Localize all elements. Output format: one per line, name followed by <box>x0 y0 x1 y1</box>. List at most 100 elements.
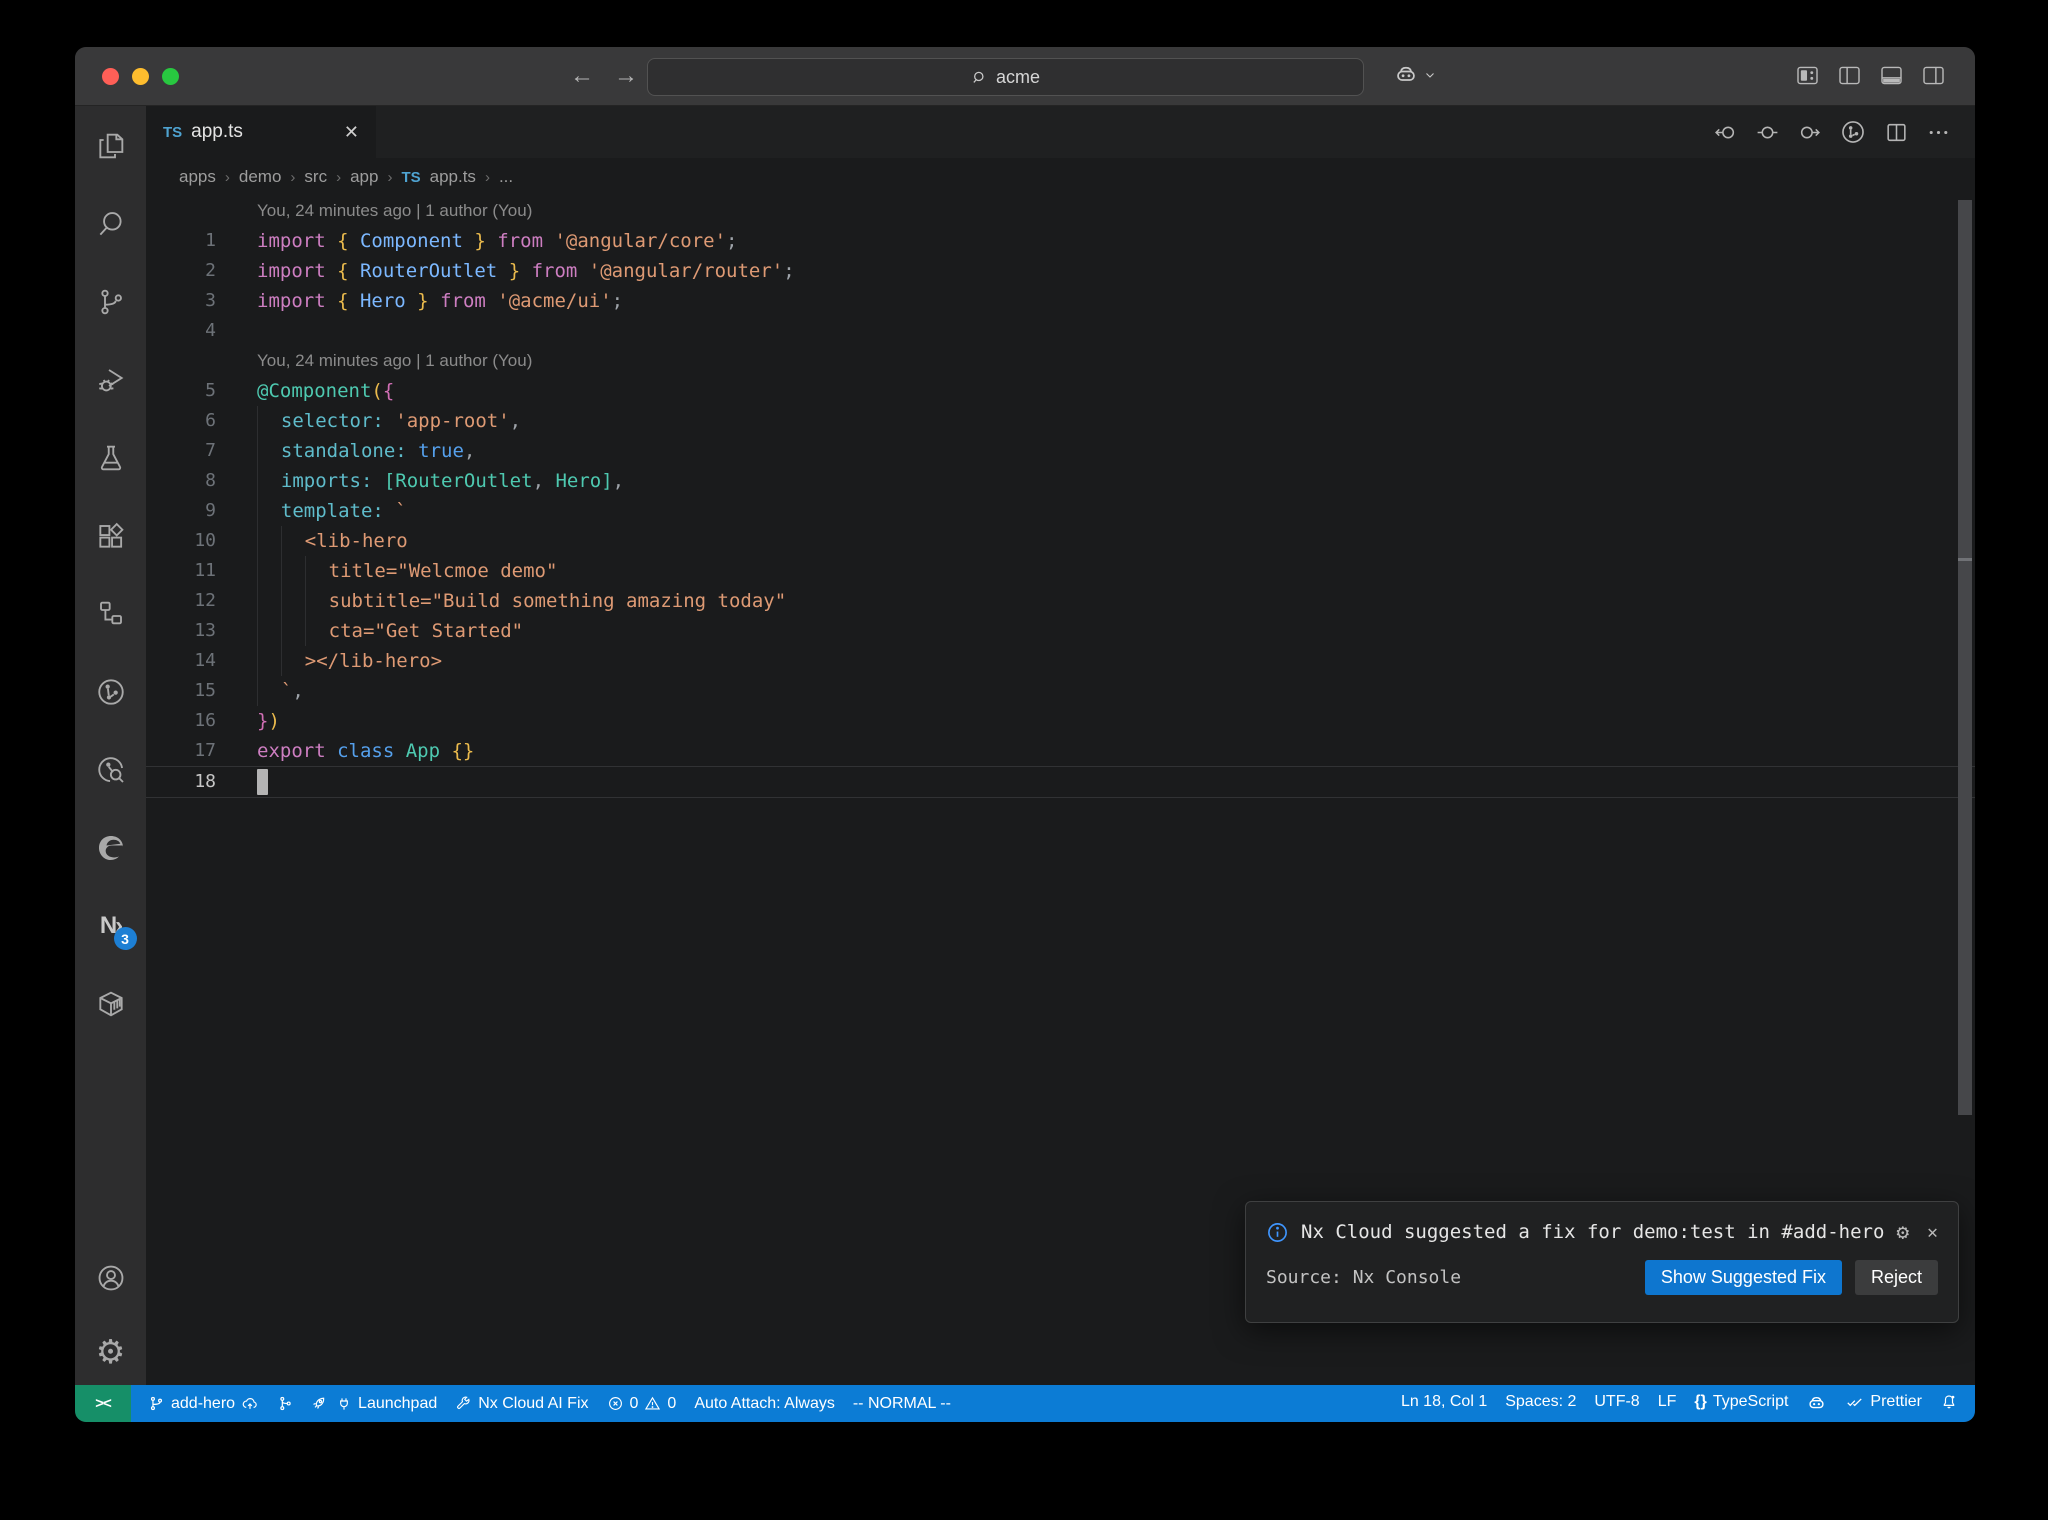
history-back-button[interactable]: ← <box>570 61 594 91</box>
indentation-button[interactable]: Spaces: 2 <box>1496 1393 1585 1411</box>
close-window-button[interactable] <box>102 68 119 85</box>
language-mode-button[interactable]: {} TypeScript <box>1685 1393 1797 1411</box>
prev-change-icon[interactable] <box>1713 120 1738 145</box>
code-line[interactable]: 16}) <box>146 706 1975 736</box>
git-branch-icon <box>150 1396 163 1411</box>
accounts-icon[interactable] <box>94 1261 128 1295</box>
code-line[interactable]: 17 export class App {} <box>146 736 1975 766</box>
editor-scrollbar[interactable] <box>1958 196 1972 1385</box>
code-line[interactable]: 2 import { RouterOutlet } from '@angular/… <box>146 256 1975 286</box>
encoding-button[interactable]: UTF-8 <box>1585 1393 1648 1411</box>
formatter-button[interactable]: Prettier <box>1836 1393 1931 1411</box>
code-token: Hero <box>359 290 406 312</box>
code-line[interactable]: 11 title="Welcmoe demo" <box>146 556 1975 586</box>
code-token: } <box>462 230 486 252</box>
line-number <box>146 346 216 376</box>
code-editor[interactable]: You, 24 minutes ago | 1 author (You) 1 imp… <box>146 196 1975 1385</box>
breadcrumb-item[interactable]: app <box>350 167 378 187</box>
reject-button[interactable]: Reject <box>1854 1260 1938 1295</box>
launchpad-button[interactable]: Launchpad <box>303 1385 446 1422</box>
problems-button[interactable]: 0 0 <box>598 1385 686 1422</box>
testing-icon[interactable] <box>94 441 128 475</box>
toggle-primary-sidebar-icon[interactable] <box>1838 66 1861 85</box>
gitlens-inspect-icon[interactable] <box>94 753 128 787</box>
copilot-menu-button[interactable] <box>1393 62 1436 88</box>
containers-icon[interactable] <box>94 987 128 1021</box>
code-token: ; <box>783 260 795 282</box>
breadcrumb-item[interactable]: demo <box>239 167 282 187</box>
copilot-icon <box>1809 1396 1825 1409</box>
warning-count: 0 <box>667 1394 677 1412</box>
code-line[interactable]: 4 <box>146 316 1975 346</box>
notification-close-icon[interactable]: ✕ <box>1927 1222 1938 1243</box>
breadcrumb-item[interactable]: ... <box>499 167 513 187</box>
blame-annotation-line: You, 24 minutes ago | 1 author (You) <box>146 196 1975 226</box>
code-line[interactable]: 9 template: ` <box>146 496 1975 526</box>
overview-ruler-cursor-marker <box>1958 558 1972 561</box>
code-line[interactable]: 7 standalone: true, <box>146 436 1975 466</box>
edge-browser-icon[interactable] <box>94 831 128 865</box>
code-line[interactable]: 8 imports: [RouterOutlet, Hero], <box>146 466 1975 496</box>
toggle-secondary-sidebar-icon[interactable] <box>1922 66 1945 85</box>
branch-button[interactable]: add-hero <box>139 1385 268 1422</box>
remote-indicator-button[interactable]: >< <box>75 1385 131 1422</box>
indentation-label: Spaces: 2 <box>1505 1393 1577 1410</box>
nx-run-target-icon[interactable] <box>1839 118 1867 146</box>
code-token: , <box>532 470 556 492</box>
cursor-position-button[interactable]: Ln 18, Col 1 <box>1392 1393 1496 1411</box>
code-line[interactable]: 10 <lib-hero <box>146 526 1975 556</box>
auto-attach-button[interactable]: Auto Attach: Always <box>685 1385 844 1422</box>
more-actions-icon[interactable] <box>1926 120 1951 145</box>
tab-close-icon[interactable]: ✕ <box>344 122 359 143</box>
tab-app-ts[interactable]: TS app.ts ✕ <box>146 106 376 158</box>
next-change-icon[interactable] <box>1797 120 1822 145</box>
minimize-window-button[interactable] <box>132 68 149 85</box>
current-change-icon[interactable] <box>1755 120 1780 145</box>
nx-project-graph-icon[interactable] <box>94 675 128 709</box>
run-debug-icon[interactable] <box>94 363 128 397</box>
git-graph-button[interactable] <box>268 1385 303 1422</box>
code-line[interactable]: 15 `, <box>146 676 1975 706</box>
code-token: { <box>337 260 360 282</box>
extensions-icon[interactable] <box>94 519 128 553</box>
blame-text: You, 24 minutes ago | 1 author (You) <box>257 201 533 220</box>
search-icon[interactable] <box>94 207 128 241</box>
scrollbar-thumb[interactable] <box>1958 200 1972 1115</box>
code-line[interactable]: 1 import { Component } from '@angular/cor… <box>146 226 1975 256</box>
breadcrumb-item[interactable]: src <box>304 167 327 187</box>
encoding-label: UTF-8 <box>1594 1393 1640 1410</box>
indent-guide <box>257 526 281 556</box>
code-line[interactable]: 18 <box>146 766 1975 798</box>
code-line[interactable]: 14 ></lib-hero> <box>146 646 1975 676</box>
eol-button[interactable]: LF <box>1649 1393 1686 1411</box>
zoom-window-button[interactable] <box>162 68 179 85</box>
nx-console-icon[interactable]: N› 3 <box>94 909 137 950</box>
vim-mode-indicator[interactable]: -- NORMAL -- <box>844 1385 960 1422</box>
code-token: title="Welcmoe demo" <box>328 560 558 582</box>
settings-gear-icon[interactable]: ⚙ <box>94 1335 128 1369</box>
split-editor-icon[interactable] <box>1884 120 1909 145</box>
command-center-search[interactable]: acme <box>647 58 1364 96</box>
notifications-bell-button[interactable] <box>1931 1393 1967 1411</box>
code-line[interactable]: 13 cta="Get Started" <box>146 616 1975 646</box>
customize-layout-icon[interactable] <box>1796 66 1819 85</box>
toggle-panel-icon[interactable] <box>1880 66 1903 85</box>
history-forward-button[interactable]: → <box>614 61 638 91</box>
code-token: '@angular/router' <box>588 260 784 282</box>
show-suggested-fix-button[interactable]: Show Suggested Fix <box>1644 1260 1842 1295</box>
copilot-status-button[interactable] <box>1797 1393 1836 1414</box>
indent-guide <box>257 406 281 436</box>
notification-settings-icon[interactable]: ⚙ <box>1897 1220 1910 1244</box>
hierarchy-icon[interactable] <box>94 597 128 631</box>
nx-cloud-fix-button[interactable]: Nx Cloud AI Fix <box>446 1385 597 1422</box>
breadcrumb-item[interactable]: apps <box>179 167 216 187</box>
code-line[interactable]: 12 subtitle="Build something amazing toda… <box>146 586 1975 616</box>
code-line[interactable]: 6 selector: 'app-root', <box>146 406 1975 436</box>
code-line[interactable]: 3 import { Hero } from '@acme/ui'; <box>146 286 1975 316</box>
breadcrumb-item[interactable]: app.ts <box>430 167 476 187</box>
explorer-icon[interactable] <box>94 129 128 163</box>
code-line[interactable]: 5 @Component({ <box>146 376 1975 406</box>
source-control-icon[interactable] <box>94 285 128 319</box>
code-token: { <box>337 230 360 252</box>
branch-label: add-hero <box>171 1394 236 1412</box>
